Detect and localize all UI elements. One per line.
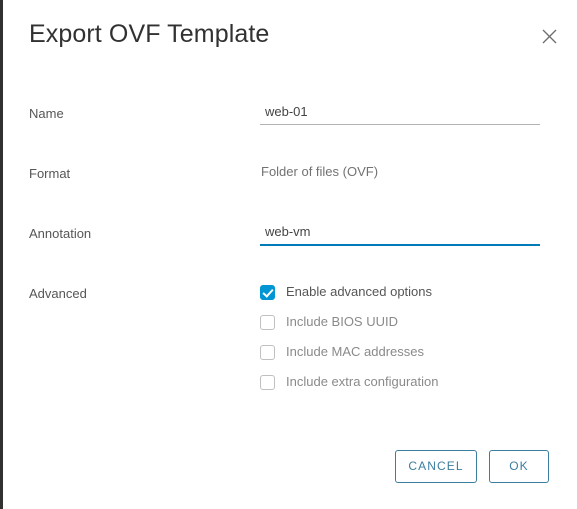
form-row-format: Format Folder of files (OVF): [3, 164, 577, 188]
checkbox-unchecked-icon[interactable]: [260, 345, 275, 360]
annotation-control: [260, 224, 540, 246]
checkbox-label: Enable advanced options: [286, 284, 433, 299]
format-control: Folder of files (OVF): [260, 164, 540, 179]
ok-button[interactable]: OK: [489, 450, 549, 483]
checkbox-include-extra-configuration[interactable]: Include extra configuration: [260, 374, 550, 404]
form-row-advanced: Advanced Enable advanced options Include…: [3, 284, 577, 390]
checkbox-unchecked-icon[interactable]: [260, 375, 275, 390]
annotation-label: Annotation: [29, 226, 92, 241]
export-ovf-template-dialog: Export OVF Template Name Format Folder o…: [0, 0, 577, 509]
checkbox-checked-icon[interactable]: [260, 285, 275, 300]
checkbox-unchecked-icon[interactable]: [260, 315, 275, 330]
checkbox-include-bios-uuid[interactable]: Include BIOS UUID: [260, 314, 550, 344]
advanced-label: Advanced: [29, 286, 87, 301]
dialog-header: Export OVF Template: [3, 0, 577, 72]
name-control: [260, 104, 540, 125]
form-row-annotation: Annotation: [3, 224, 577, 248]
checkbox-label: Include extra configuration: [286, 374, 439, 389]
form-row-name: Name: [3, 104, 577, 128]
advanced-options-group: Enable advanced options Include BIOS UUI…: [260, 284, 550, 404]
name-label: Name: [29, 106, 64, 121]
dialog-footer: Cancel OK: [3, 450, 577, 490]
format-value: Folder of files (OVF): [261, 164, 379, 179]
checkbox-include-mac-addresses[interactable]: Include MAC addresses: [260, 344, 550, 374]
page-title: Export OVF Template: [29, 20, 270, 48]
cancel-button[interactable]: Cancel: [395, 450, 477, 483]
format-label: Format: [29, 166, 71, 181]
name-input[interactable]: [260, 104, 540, 125]
annotation-input[interactable]: [260, 224, 540, 246]
close-icon[interactable]: [536, 23, 562, 49]
checkbox-label: Include MAC addresses: [286, 344, 425, 359]
checkbox-enable-advanced-options[interactable]: Enable advanced options: [260, 284, 550, 314]
checkbox-label: Include BIOS UUID: [286, 314, 398, 329]
